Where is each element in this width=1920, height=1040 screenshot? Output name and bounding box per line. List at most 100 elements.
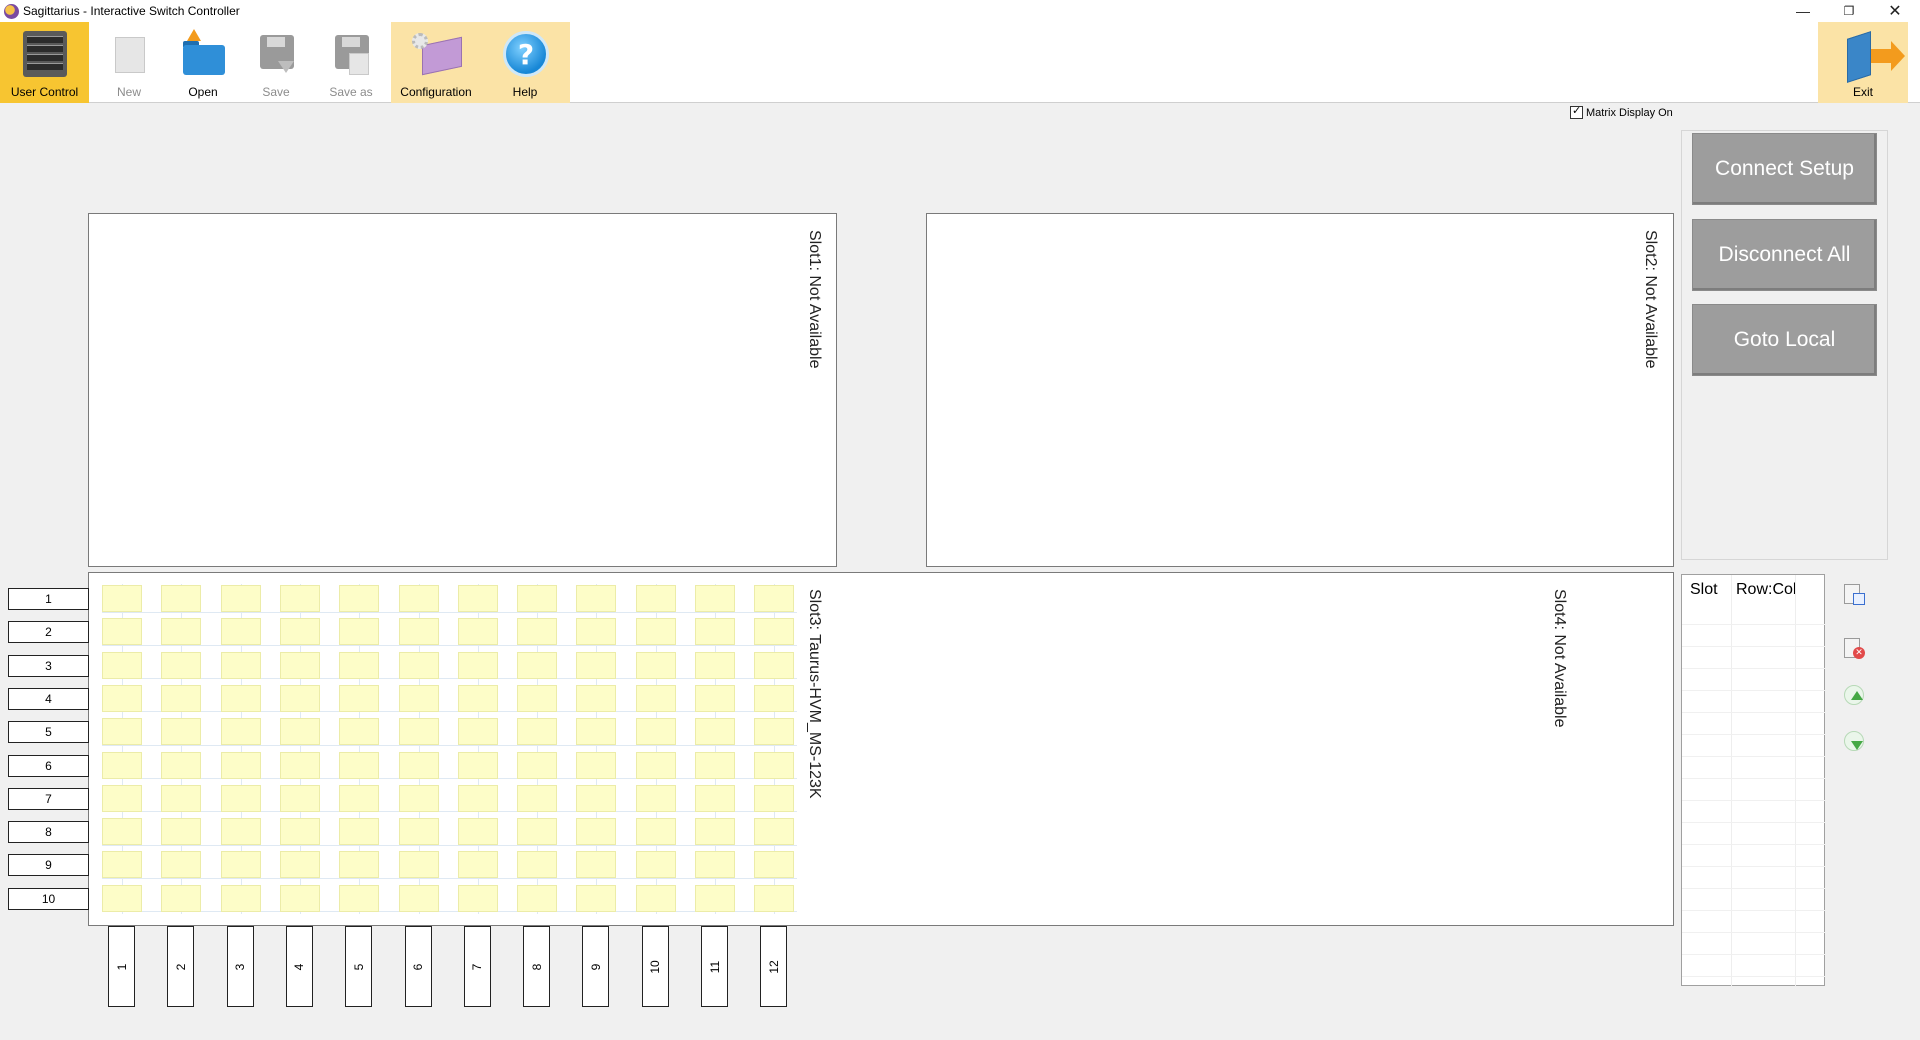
crosspoint-r5-c10[interactable] bbox=[635, 718, 676, 746]
crosspoint-r8-c12[interactable] bbox=[754, 818, 795, 846]
minimize-button[interactable]: — bbox=[1780, 0, 1826, 22]
crosspoint-r4-c11[interactable] bbox=[695, 684, 735, 712]
crosspoint-r1-c11[interactable] bbox=[695, 585, 735, 612]
crosspoint-r10-c2[interactable] bbox=[161, 884, 202, 912]
crosspoint-r10-c7[interactable] bbox=[457, 884, 498, 912]
crosspoint-r4-c5[interactable] bbox=[339, 684, 380, 712]
crosspoint-r10-c9[interactable] bbox=[576, 884, 617, 912]
crosspoint-r7-c11[interactable] bbox=[695, 784, 735, 812]
crosspoint-r10-c1[interactable] bbox=[102, 884, 142, 912]
crosspoint-r3-c10[interactable] bbox=[635, 651, 676, 679]
crosspoint-r10-c5[interactable] bbox=[339, 884, 380, 912]
crosspoint-r7-c10[interactable] bbox=[635, 784, 676, 812]
crosspoint-r2-c3[interactable] bbox=[220, 618, 261, 646]
crosspoint-r8-c2[interactable] bbox=[161, 818, 202, 846]
crosspoint-r1-c3[interactable] bbox=[220, 585, 261, 612]
crosspoint-r6-c6[interactable] bbox=[398, 751, 439, 779]
column-label-7[interactable]: 7 bbox=[463, 926, 491, 1007]
open-button[interactable]: Open bbox=[172, 22, 234, 103]
crosspoint-r5-c8[interactable] bbox=[517, 718, 558, 746]
crosspoint-r4-c7[interactable] bbox=[457, 684, 498, 712]
crosspoint-r5-c3[interactable] bbox=[220, 718, 261, 746]
crosspoint-r1-c6[interactable] bbox=[398, 585, 439, 612]
crosspoint-r9-c5[interactable] bbox=[339, 851, 380, 879]
crosspoint-r7-c4[interactable] bbox=[279, 784, 320, 812]
crosspoint-r2-c5[interactable] bbox=[339, 618, 380, 646]
crosspoint-r7-c1[interactable] bbox=[102, 784, 142, 812]
maximize-button[interactable]: ❐ bbox=[1826, 0, 1872, 22]
crosspoint-r6-c8[interactable] bbox=[517, 751, 558, 779]
crosspoint-r1-c4[interactable] bbox=[279, 585, 320, 612]
column-label-6[interactable]: 6 bbox=[404, 926, 432, 1007]
crosspoint-r7-c5[interactable] bbox=[339, 784, 380, 812]
crosspoint-r6-c2[interactable] bbox=[161, 751, 202, 779]
configuration-button[interactable]: Configuration bbox=[391, 22, 481, 99]
new-button[interactable]: New bbox=[99, 22, 159, 103]
crosspoint-r5-c5[interactable] bbox=[339, 718, 380, 746]
row-label-9[interactable]: 9 bbox=[8, 854, 89, 877]
crosspoint-r2-c8[interactable] bbox=[517, 618, 558, 646]
close-button[interactable]: ✕ bbox=[1872, 0, 1918, 22]
crosspoint-r9-c11[interactable] bbox=[695, 851, 735, 879]
crosspoint-r4-c10[interactable] bbox=[635, 684, 676, 712]
crosspoint-r5-c4[interactable] bbox=[279, 718, 320, 746]
crosspoint-r10-c12[interactable] bbox=[754, 884, 795, 912]
crosspoint-r7-c2[interactable] bbox=[161, 784, 202, 812]
crosspoint-r7-c6[interactable] bbox=[398, 784, 439, 812]
crosspoint-r7-c8[interactable] bbox=[517, 784, 558, 812]
crosspoint-r7-c3[interactable] bbox=[220, 784, 261, 812]
row-label-2[interactable]: 2 bbox=[8, 621, 89, 644]
crosspoint-r6-c10[interactable] bbox=[635, 751, 676, 779]
crosspoint-r9-c4[interactable] bbox=[279, 851, 320, 879]
matrix-display-checkbox[interactable] bbox=[1570, 104, 1583, 119]
crosspoint-r10-c10[interactable] bbox=[635, 884, 676, 912]
crosspoint-r8-c3[interactable] bbox=[220, 818, 261, 846]
crosspoint-r3-c5[interactable] bbox=[339, 651, 380, 679]
crosspoint-r1-c9[interactable] bbox=[576, 585, 617, 612]
crosspoint-r4-c12[interactable] bbox=[754, 684, 795, 712]
column-label-12[interactable]: 12 bbox=[760, 926, 788, 1007]
crosspoint-r4-c2[interactable] bbox=[161, 684, 202, 712]
crosspoint-r3-c1[interactable] bbox=[102, 651, 142, 679]
crosspoint-r3-c4[interactable] bbox=[279, 651, 320, 679]
add-connection-button[interactable] bbox=[1842, 582, 1866, 606]
crosspoint-r4-c8[interactable] bbox=[517, 684, 558, 712]
crosspoint-r3-c12[interactable] bbox=[754, 651, 795, 679]
crosspoint-r9-c2[interactable] bbox=[161, 851, 202, 879]
matrix-display-toggle[interactable]: Matrix Display On bbox=[1570, 104, 1673, 119]
crosspoint-r3-c3[interactable] bbox=[220, 651, 261, 679]
crosspoint-r1-c12[interactable] bbox=[754, 585, 795, 612]
connect-setup-button[interactable]: Connect Setup bbox=[1692, 133, 1877, 205]
crosspoint-r1-c7[interactable] bbox=[457, 585, 498, 612]
crosspoint-r5-c6[interactable] bbox=[398, 718, 439, 746]
row-label-10[interactable]: 10 bbox=[8, 887, 89, 910]
crosspoint-r9-c8[interactable] bbox=[517, 851, 558, 879]
exit-button[interactable]: Exit bbox=[1818, 22, 1908, 103]
crosspoint-r6-c1[interactable] bbox=[102, 751, 142, 779]
crosspoint-r3-c9[interactable] bbox=[576, 651, 617, 679]
crosspoint-r1-c1[interactable] bbox=[102, 585, 142, 612]
column-label-10[interactable]: 10 bbox=[641, 926, 669, 1007]
crosspoint-r5-c1[interactable] bbox=[102, 718, 142, 746]
crosspoint-r7-c7[interactable] bbox=[457, 784, 498, 812]
row-label-6[interactable]: 6 bbox=[8, 754, 89, 777]
crosspoint-r6-c11[interactable] bbox=[695, 751, 735, 779]
row-label-3[interactable]: 3 bbox=[8, 654, 89, 677]
crosspoint-r2-c10[interactable] bbox=[635, 618, 676, 646]
connection-table[interactable]: Slot Row:Col bbox=[1681, 574, 1826, 987]
crosspoint-r5-c12[interactable] bbox=[754, 718, 795, 746]
crosspoint-r5-c2[interactable] bbox=[161, 718, 202, 746]
crosspoint-r1-c8[interactable] bbox=[517, 585, 558, 612]
row-col-column-header[interactable]: Row:Col bbox=[1736, 581, 1796, 599]
crosspoint-r6-c12[interactable] bbox=[754, 751, 795, 779]
save-button[interactable]: Save bbox=[246, 22, 306, 103]
crosspoint-r4-c9[interactable] bbox=[576, 684, 617, 712]
user-control-button[interactable]: User Control bbox=[0, 22, 89, 103]
move-down-button[interactable] bbox=[1842, 729, 1866, 753]
column-label-4[interactable]: 4 bbox=[285, 926, 313, 1007]
crosspoint-r1-c2[interactable] bbox=[161, 585, 202, 612]
disconnect-all-button[interactable]: Disconnect All bbox=[1692, 219, 1877, 291]
column-label-3[interactable]: 3 bbox=[226, 926, 254, 1007]
row-label-7[interactable]: 7 bbox=[8, 787, 89, 810]
row-label-4[interactable]: 4 bbox=[8, 687, 89, 710]
